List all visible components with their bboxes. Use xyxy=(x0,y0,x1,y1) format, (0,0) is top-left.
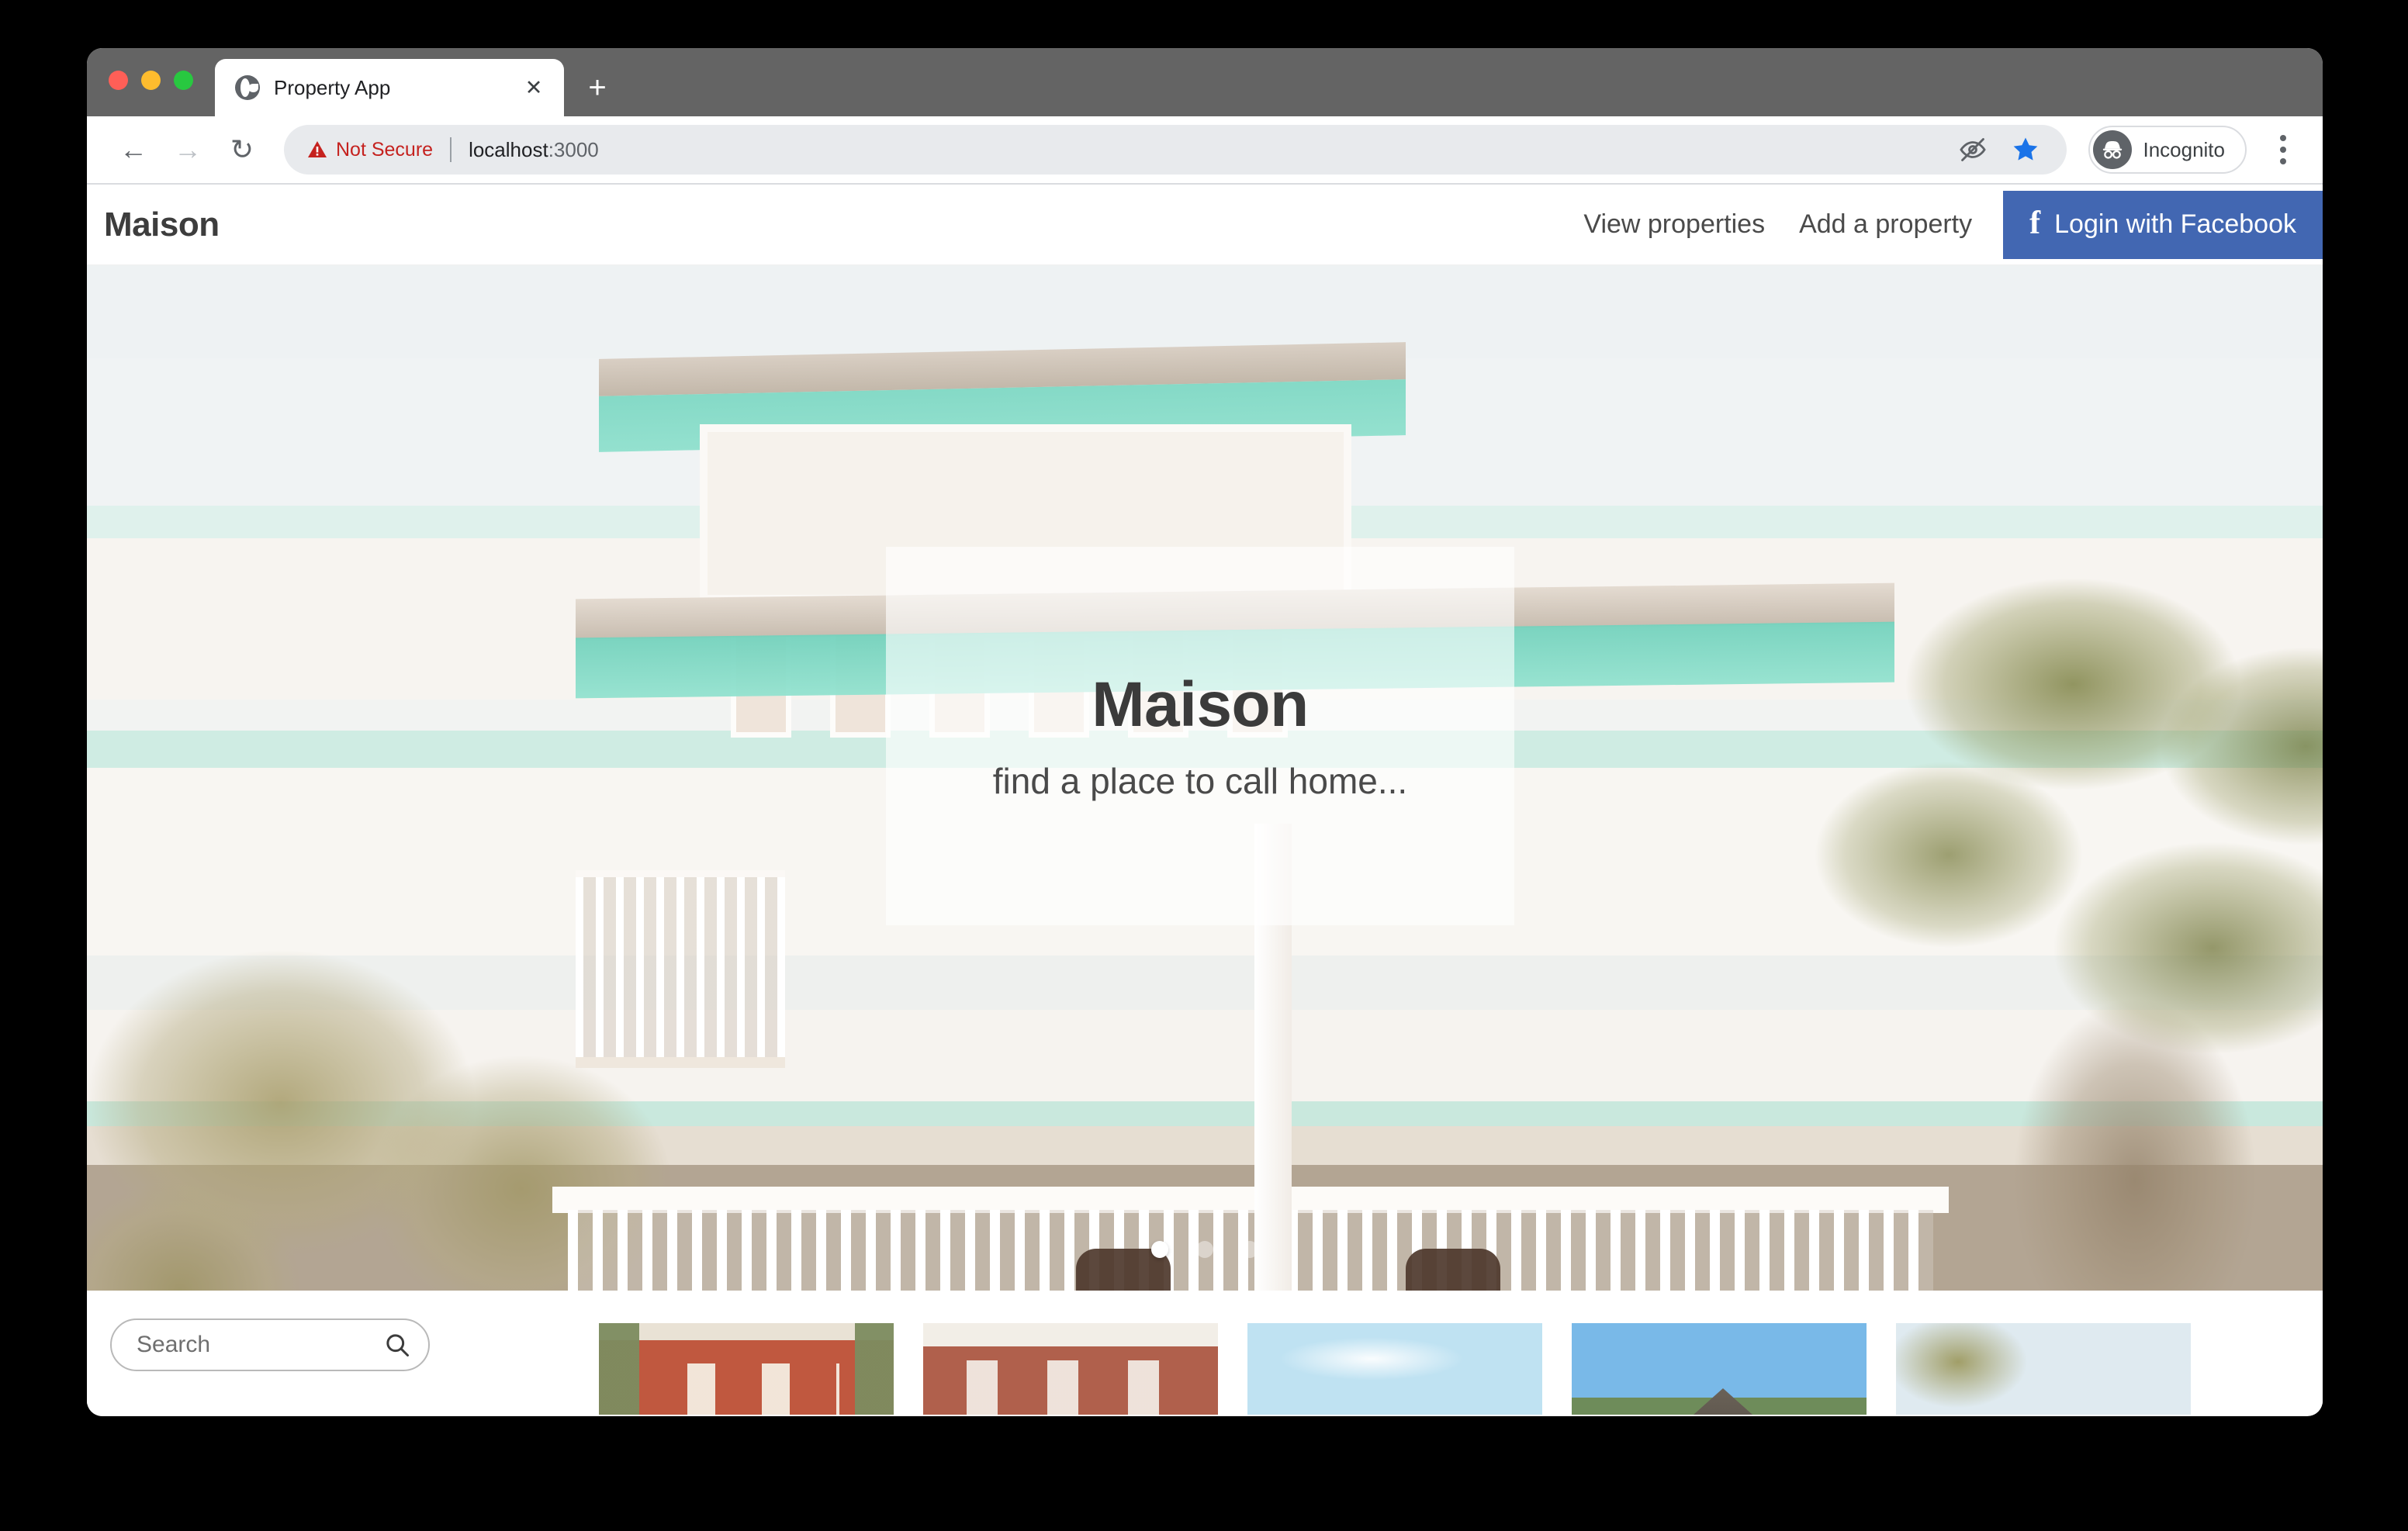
address-bar[interactable]: Not Secure localhost:3000 xyxy=(284,125,2067,175)
property-thumbnail-strip xyxy=(599,1323,2191,1415)
search-box xyxy=(110,1318,430,1371)
three-dot-menu-icon[interactable] xyxy=(2262,126,2304,174)
close-icon[interactable]: ✕ xyxy=(521,74,547,101)
property-thumb-3[interactable] xyxy=(1247,1323,1542,1415)
login-with-facebook-label: Login with Facebook xyxy=(2054,209,2296,239)
url-text: localhost:3000 xyxy=(469,138,599,162)
url-port: :3000 xyxy=(548,137,599,161)
browser-tab[interactable]: Property App ✕ xyxy=(215,59,564,116)
forward-button[interactable]: → xyxy=(163,125,213,175)
eye-slash-icon[interactable] xyxy=(1958,135,1988,164)
site-nav-links: View properties Add a property f Login w… xyxy=(1566,185,2323,265)
login-with-facebook-button[interactable]: f Login with Facebook xyxy=(2003,190,2323,259)
property-thumb-5[interactable] xyxy=(1896,1323,2191,1415)
carousel-dot-3[interactable] xyxy=(1241,1241,1258,1258)
star-icon[interactable] xyxy=(2011,135,2040,164)
url-host: localhost xyxy=(469,137,548,161)
new-tab-button[interactable]: + xyxy=(572,62,623,113)
warning-triangle-icon xyxy=(307,140,327,159)
filter-by-region-label: Filter by region: xyxy=(112,1411,329,1415)
incognito-hat-icon xyxy=(2093,130,2133,169)
search-input[interactable] xyxy=(110,1318,430,1371)
site-navbar: Maison View properties Add a property f … xyxy=(87,185,2323,265)
hero-subtitle: find a place to call home... xyxy=(992,761,1408,801)
carousel-dot-2[interactable] xyxy=(1196,1241,1213,1258)
window-zoom-button[interactable] xyxy=(174,70,193,90)
magnifier-icon[interactable] xyxy=(383,1331,411,1359)
not-secure-label: Not Secure xyxy=(336,138,434,161)
property-thumb-1[interactable] xyxy=(599,1323,894,1415)
site-brand[interactable]: Maison xyxy=(104,206,220,244)
carousel-dot-1[interactable] xyxy=(1151,1241,1168,1258)
reload-button[interactable]: ↻ xyxy=(217,125,267,175)
browser-tab-strip: Property App ✕ + xyxy=(87,48,2323,116)
hero-title: Maison xyxy=(1092,669,1309,740)
carousel-dots xyxy=(87,1241,2323,1258)
site-security-indicator[interactable]: Not Secure xyxy=(307,139,433,161)
profile-label: Incognito xyxy=(2143,137,2225,161)
hero-text-overlay: Maison find a place to call home... xyxy=(886,547,1514,925)
profile-button[interactable]: Incognito xyxy=(2088,126,2247,174)
listings-section: Filter by region: xyxy=(87,1291,2323,1415)
property-thumb-4[interactable] xyxy=(1572,1323,1867,1415)
globe-icon xyxy=(235,75,260,100)
window-close-button[interactable] xyxy=(109,70,128,90)
tab-title: Property App xyxy=(274,75,391,99)
window-traffic-lights xyxy=(109,48,193,116)
omnibox-actions xyxy=(1958,135,2043,164)
nav-link-add-a-property[interactable]: Add a property xyxy=(1782,209,1989,240)
page-viewport: Maison View properties Add a property f … xyxy=(87,185,2323,1415)
property-thumb-2[interactable] xyxy=(923,1323,1218,1415)
hero-carousel[interactable]: Maison find a place to call home... xyxy=(87,265,2323,1291)
browser-window: Property App ✕ + ← → ↻ Not Secure localh… xyxy=(87,48,2323,1416)
nav-link-view-properties[interactable]: View properties xyxy=(1566,209,1782,240)
facebook-icon: f xyxy=(2029,205,2041,241)
window-minimize-button[interactable] xyxy=(141,70,161,90)
browser-toolbar: ← → ↻ Not Secure localhost:3000 Incognit… xyxy=(87,116,2323,185)
back-button[interactable]: ← xyxy=(109,125,158,175)
omnibox-divider xyxy=(450,137,452,162)
